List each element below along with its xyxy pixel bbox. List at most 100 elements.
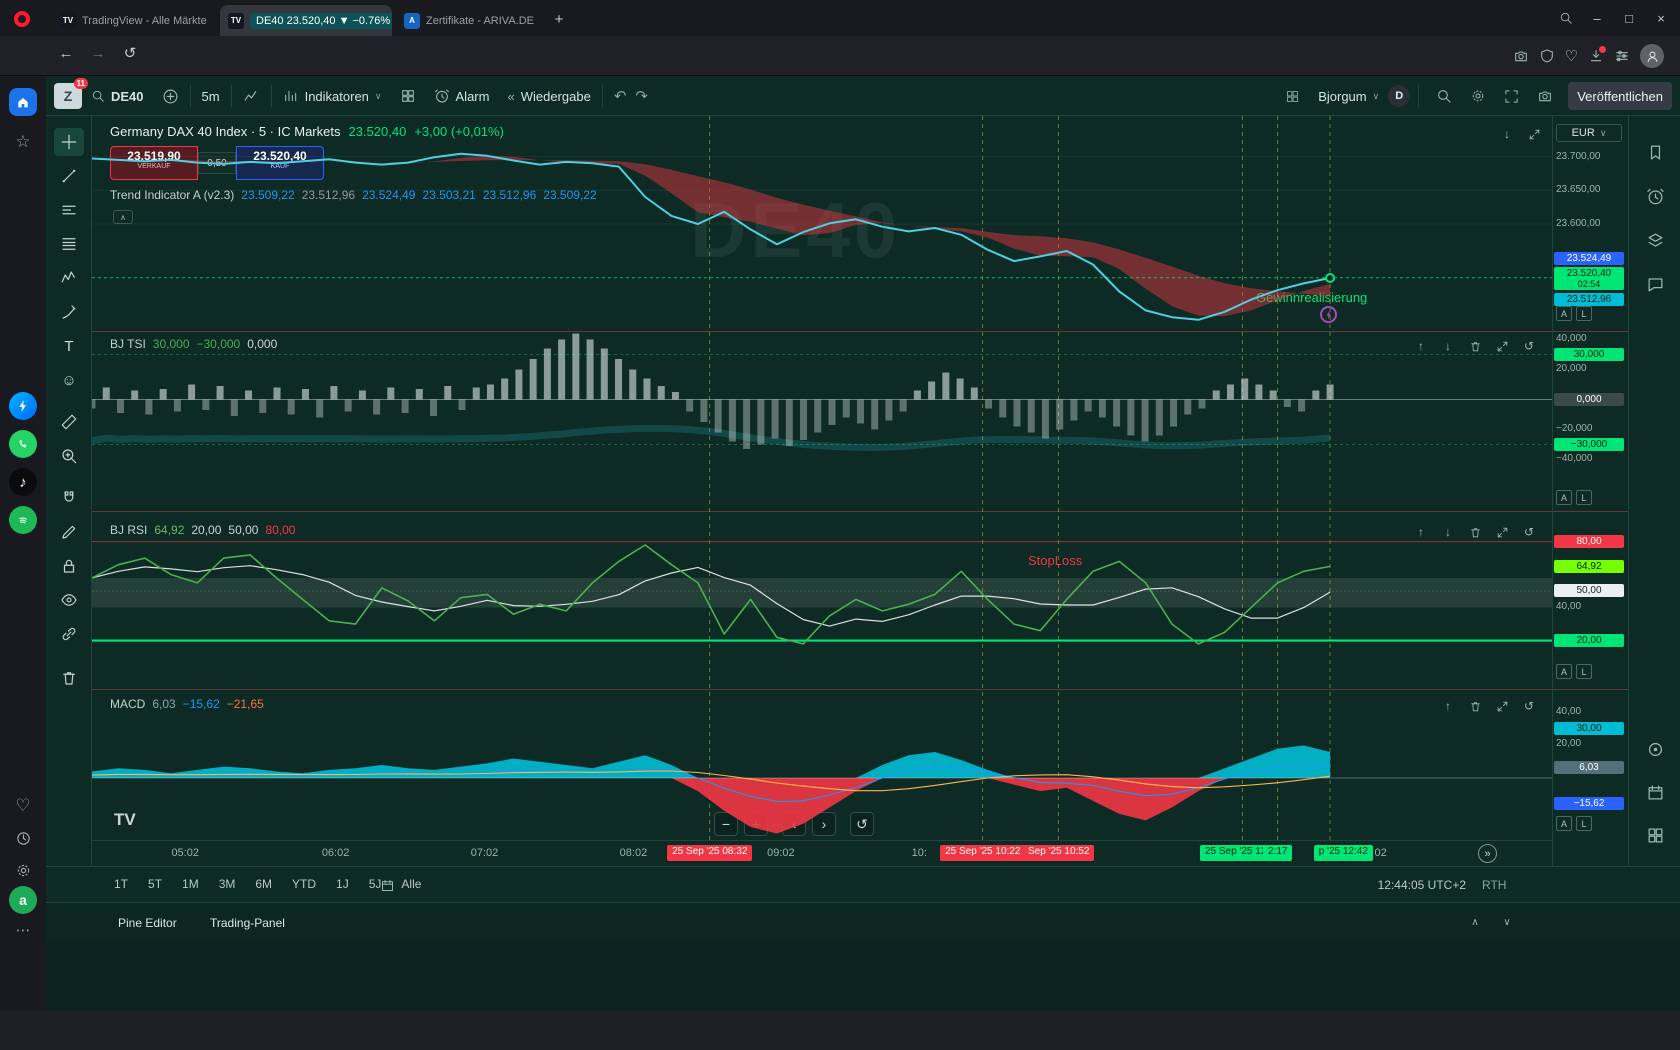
symbol-search-button[interactable]: DE40 (82, 76, 153, 116)
tab-pine-editor[interactable]: Pine Editor (118, 916, 177, 930)
chart-type-icon[interactable] (234, 76, 269, 116)
session-toggle[interactable]: RTH (1482, 878, 1506, 892)
replay-button[interactable]: « Wiedergabe (498, 76, 599, 116)
chart-settings-gear-icon[interactable] (1461, 76, 1495, 116)
fullscreen-icon[interactable] (1495, 76, 1528, 116)
minimize-button[interactable]: – (1582, 11, 1612, 26)
snapshot-camera-icon[interactable] (1528, 76, 1562, 116)
text-tool-icon[interactable]: T (54, 332, 84, 360)
interval-button[interactable]: 5m (193, 76, 229, 116)
browser-tab-tradingview[interactable]: TV TradingView - Alle Märkte (52, 5, 216, 36)
likes-heart-icon[interactable]: ♡ (9, 792, 37, 820)
shield-icon[interactable] (1539, 48, 1555, 64)
whatsapp-icon[interactable] (9, 430, 37, 458)
app-a-icon[interactable]: a (9, 886, 37, 914)
hide-drawings-tool-icon[interactable] (54, 586, 84, 614)
range-5t-button[interactable]: 5T (144, 875, 166, 893)
panels-icon[interactable] (1614, 48, 1630, 64)
chat-icon[interactable] (1643, 272, 1667, 296)
scale-mode-buttons[interactable]: AL (1556, 664, 1596, 679)
opera-logo-icon[interactable] (8, 5, 36, 33)
range-6m-button[interactable]: 6M (251, 875, 276, 893)
magnet-tool-icon[interactable] (54, 484, 84, 512)
scale-a-button[interactable]: A (1556, 816, 1572, 831)
redo-icon[interactable]: ↷ (635, 76, 657, 116)
home-speeddial-icon[interactable] (9, 88, 37, 116)
scale-l-button[interactable]: L (1576, 490, 1592, 505)
lock-drawings-tool-icon[interactable] (54, 552, 84, 580)
remove-drawings-tool-icon[interactable] (54, 664, 84, 692)
ideas-icon[interactable] (1643, 737, 1667, 761)
go-to-realtime-button[interactable]: » (1478, 844, 1497, 863)
time-axis[interactable]: » 05:0206:0207:0208:0209:0210:0225 Sep '… (92, 840, 1552, 866)
range-ytd-button[interactable]: YTD (288, 875, 320, 893)
scale-a-button[interactable]: A (1556, 490, 1572, 505)
messenger-icon[interactable] (9, 392, 37, 420)
macd-pane-chart[interactable] (92, 690, 1552, 840)
quick-search-icon[interactable] (1427, 76, 1461, 116)
scale-mode-buttons[interactable]: AL (1556, 490, 1596, 505)
trendline-tool-icon[interactable] (54, 162, 84, 190)
scale-a-button[interactable]: A (1556, 306, 1572, 321)
range-1j-button[interactable]: 1J (332, 875, 353, 893)
parallel-lines-tool-icon[interactable] (54, 196, 84, 224)
scale-l-button[interactable]: L (1576, 306, 1592, 321)
publish-button[interactable]: Veröffentlichen (1568, 82, 1672, 110)
forward-icon[interactable]: → (84, 45, 112, 62)
layout-grid-icon[interactable] (391, 76, 425, 116)
tab-search-icon[interactable] (1552, 6, 1580, 30)
emoji-tool-icon[interactable]: ☺ (54, 366, 84, 394)
scale-a-button[interactable]: A (1556, 664, 1572, 679)
undo-icon[interactable]: ↶ (605, 76, 636, 116)
panel-collapse-icon[interactable]: ∨ (1496, 913, 1518, 931)
new-tab-button[interactable]: + (548, 8, 570, 30)
currency-toggle[interactable]: EUR∨ (1556, 124, 1622, 142)
hotlists-icon[interactable] (1643, 228, 1667, 252)
maximize-button[interactable]: □ (1614, 11, 1644, 26)
zoom-tool-icon[interactable] (54, 442, 84, 470)
tiktok-icon[interactable]: ♪ (9, 468, 37, 496)
range-3m-button[interactable]: 3M (215, 875, 240, 893)
watchlist-icon[interactable] (1643, 140, 1667, 164)
indicators-button[interactable]: Indikatoren∨ (274, 76, 391, 116)
scale-l-button[interactable]: L (1576, 664, 1592, 679)
alerts-icon[interactable] (1643, 184, 1667, 208)
bookmarks-star-icon[interactable]: ☆ (9, 128, 37, 156)
spotify-icon[interactable] (9, 506, 37, 534)
go-to-date-icon[interactable] (376, 875, 398, 895)
compare-add-icon[interactable] (153, 76, 188, 116)
reload-icon[interactable]: ↺ (116, 44, 144, 62)
scale-l-button[interactable]: L (1576, 816, 1592, 831)
scale-mode-buttons[interactable]: AL (1556, 306, 1596, 321)
panel-expand-icon[interactable]: ∧ (1464, 913, 1486, 931)
calendar-icon[interactable] (1643, 780, 1667, 804)
price-pane-chart[interactable] (92, 116, 1552, 332)
link-tool-icon[interactable] (54, 620, 84, 648)
user-avatar[interactable]: Z 11 (54, 83, 82, 109)
history-clock-icon[interactable] (9, 824, 37, 852)
tab-trading-panel[interactable]: Trading-Panel (210, 916, 285, 930)
screener-icon[interactable] (1643, 823, 1667, 847)
rsi-pane-chart[interactable] (92, 512, 1552, 690)
settings-gear-icon[interactable] (9, 856, 37, 884)
range-1t-button[interactable]: 1T (110, 875, 132, 893)
browser-tab-ariva[interactable]: A Zertifikate - ARIVA.DE (396, 5, 542, 36)
range-alle-button[interactable]: Alle (397, 875, 425, 893)
alert-button[interactable]: Alarm (425, 76, 499, 116)
save-layout-icon[interactable] (1276, 76, 1309, 116)
fib-retracement-tool-icon[interactable] (54, 230, 84, 258)
sidebar-more-icon[interactable]: ⋯ (9, 916, 37, 944)
profile-avatar[interactable] (1640, 44, 1664, 68)
draw-tool-icon[interactable] (54, 518, 84, 546)
snapshot-icon[interactable] (1513, 48, 1529, 64)
resolution-badge[interactable]: D (1388, 85, 1410, 107)
close-button[interactable]: × (1646, 11, 1676, 26)
favorites-heart-icon[interactable]: ♡ (1565, 47, 1578, 65)
measure-tool-icon[interactable] (54, 408, 84, 436)
layout-name-button[interactable]: Bjorgum∨ (1309, 76, 1388, 116)
range-1m-button[interactable]: 1M (178, 875, 203, 893)
clock[interactable]: 12:44:05 UTC+2 (1316, 878, 1466, 892)
crosshair-tool-icon[interactable] (54, 128, 84, 156)
brush-tool-icon[interactable] (54, 298, 84, 326)
back-icon[interactable]: ← (52, 45, 80, 62)
